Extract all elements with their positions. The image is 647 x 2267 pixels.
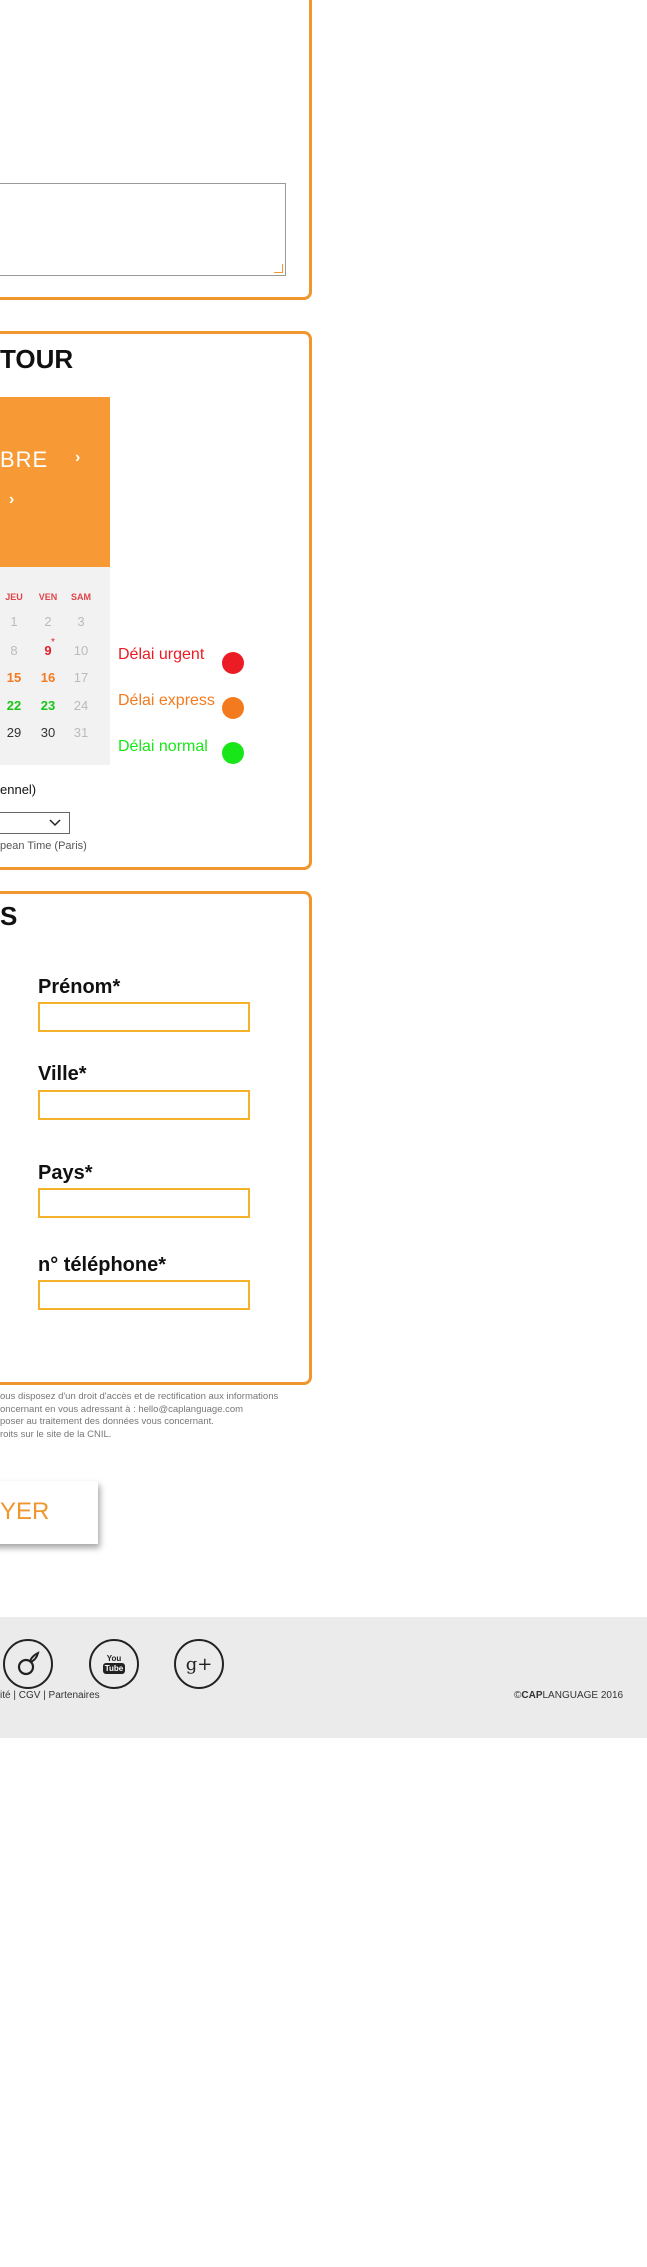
calendar-header [0, 397, 110, 567]
time-label: ennel) [0, 782, 37, 797]
legal-line: poser au traitement des données vous con… [0, 1416, 214, 1427]
legal-line: roits sur le site de la CNIL. [0, 1428, 112, 1440]
viadeo-glyph-icon [17, 1651, 40, 1676]
weekday-jeu: JEU [5, 592, 23, 602]
contact-panel [0, 891, 312, 1385]
date-panel-title: TOUR [0, 344, 74, 374]
footer-links[interactable]: ité | CGV | Partenaires [0, 1690, 100, 1701]
calendar-day: 31 [73, 725, 89, 740]
comment-textarea[interactable] [0, 183, 286, 276]
legend-normal-label: Délai normal [118, 738, 208, 755]
chevron-down-icon [49, 819, 61, 827]
calendar-day: 3 [77, 614, 85, 629]
calendar-next-year-icon[interactable]: › [9, 491, 14, 509]
time-select[interactable] [0, 812, 70, 834]
calendar-day-normal[interactable]: 23 [36, 698, 60, 713]
normal-dot-icon [222, 742, 244, 764]
contact-panel-title: S [0, 901, 18, 931]
calendar-day[interactable]: 30 [36, 725, 60, 740]
city-input[interactable] [38, 1090, 250, 1120]
weekday-sam: SAM [71, 592, 91, 602]
weekday-ven: VEN [38, 592, 58, 602]
firstname-label: Prénom* [38, 976, 121, 998]
calendar-day: 24 [73, 698, 89, 713]
resize-grip-icon[interactable] [274, 264, 283, 273]
city-label: Ville* [38, 1063, 87, 1085]
legal-notice: ous disposez d'un droit d'accès et de re… [0, 1391, 278, 1441]
today-marker: * [51, 637, 55, 648]
copyright: ©CAPLANGUAGE 2016 [514, 1690, 623, 1701]
calendar-day: 1 [10, 614, 18, 629]
calendar-day: 2 [44, 614, 52, 629]
calendar-next-month-icon[interactable]: › [75, 449, 80, 467]
calendar-day-normal[interactable]: 22 [2, 698, 26, 713]
phone-input[interactable] [38, 1280, 250, 1310]
country-input[interactable] [38, 1188, 250, 1218]
urgent-dot-icon [222, 652, 244, 674]
youtube-tube: Tube [102, 1663, 126, 1674]
country-label: Pays* [38, 1162, 93, 1184]
calendar-day: 10 [73, 643, 89, 658]
calendar-day-today[interactable]: 9 [36, 643, 60, 658]
firstname-input[interactable] [38, 1002, 250, 1032]
calendar-day[interactable]: 29 [2, 725, 26, 740]
timezone-note: pean Time (Paris) [0, 840, 87, 852]
youtube-you: You [106, 1654, 122, 1663]
legend-urgent-label: Délai urgent [118, 646, 205, 663]
calendar-day: 17 [73, 670, 89, 685]
calendar-day: 8 [10, 643, 18, 658]
google-plus-glyph: g+ [185, 1653, 213, 1675]
copyright-suffix: LANGUAGE 2016 [542, 1690, 624, 1701]
legend-express-label: Délai express [118, 692, 215, 709]
google-plus-icon[interactable]: g+ [174, 1639, 224, 1689]
copyright-brand: CAP [521, 1690, 543, 1701]
express-dot-icon [222, 697, 244, 719]
viadeo-icon[interactable] [3, 1639, 53, 1689]
phone-label: n° téléphone* [38, 1254, 167, 1276]
legal-line: oncernant en vous adressant à : hello@ca… [0, 1403, 244, 1415]
submit-button-label: YER [0, 1498, 50, 1525]
legal-line: ous disposez d'un droit d'accès et de re… [0, 1391, 279, 1402]
calendar-day-express[interactable]: 15 [2, 670, 26, 685]
youtube-icon[interactable]: You Tube [89, 1639, 139, 1689]
submit-button[interactable]: YER [0, 1481, 98, 1544]
calendar-day-express[interactable]: 16 [36, 670, 60, 685]
calendar-month-label: BRE [0, 447, 49, 472]
